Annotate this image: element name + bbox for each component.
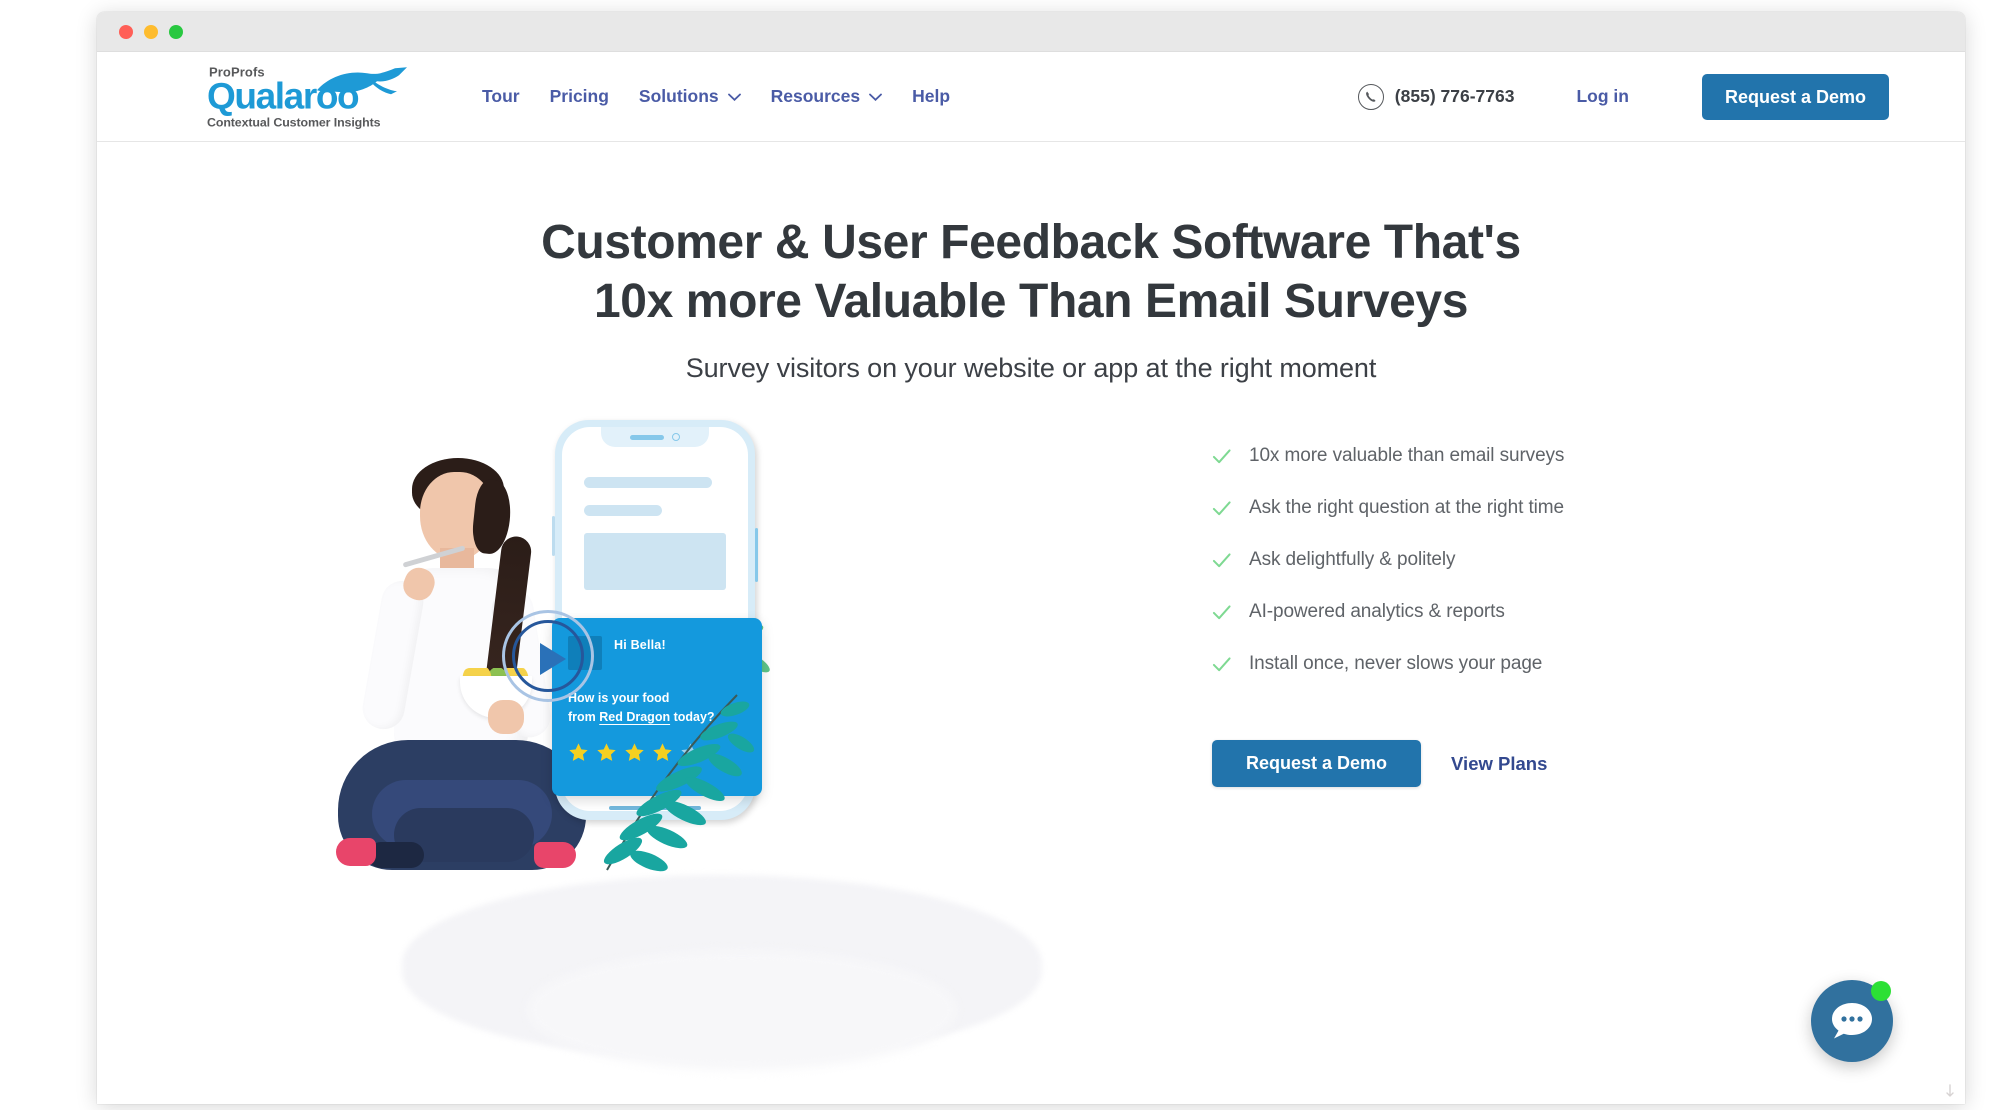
maximize-window-button[interactable] xyxy=(169,25,183,39)
main-navigation: Tour Pricing Solutions Resources Help xyxy=(482,86,950,107)
hero-subtitle: Survey visitors on your website or app a… xyxy=(685,353,1377,384)
nav-label-resources: Resources xyxy=(770,86,861,106)
feature-list: 10x more valuable than email surveys Ask… xyxy=(1212,430,1832,788)
nav-item-pricing[interactable]: Pricing xyxy=(550,86,609,107)
feature-label: 10x more valuable than email surveys xyxy=(1249,445,1565,467)
star-icon-filled[interactable] xyxy=(568,742,589,763)
hero-illustration: Hi Bella! How is your food from Red Drag… xyxy=(227,420,1247,1071)
page-viewport: ProProfs Qualaroo Contextual Customer In… xyxy=(97,52,1965,1104)
nav-item-resources[interactable]: Resources xyxy=(771,86,883,107)
placeholder-line xyxy=(584,505,662,517)
hero-body: Hi Bella! How is your food from Red Drag… xyxy=(97,420,1965,1071)
feature-label: Ask delightfully & politely xyxy=(1249,549,1456,571)
feature-label: Ask the right question at the right time xyxy=(1249,497,1564,519)
check-icon xyxy=(1212,449,1231,463)
list-item: Ask delightfully & politely xyxy=(1212,534,1832,586)
check-icon xyxy=(1212,501,1231,515)
placeholder-line xyxy=(584,477,712,489)
online-status-indicator xyxy=(1871,981,1891,1001)
kangaroo-icon xyxy=(317,66,407,94)
logo-tagline: Contextual Customer Insights xyxy=(207,114,381,129)
hero-cta-row: Request a Demo View Plans xyxy=(1212,740,1832,788)
hero-request-demo-button[interactable]: Request a Demo xyxy=(1212,740,1422,788)
phone-icon xyxy=(1357,83,1384,110)
chevron-down-icon xyxy=(727,93,741,101)
phone-notch xyxy=(601,427,709,448)
login-link[interactable]: Log in xyxy=(1576,86,1628,107)
play-video-button[interactable] xyxy=(502,610,594,703)
page-title: Customer & User Feedback Software That's… xyxy=(97,142,1965,331)
nav-label-tour: Tour xyxy=(482,86,520,106)
header-actions: (855) 776-7763 Log in Request a Demo xyxy=(1357,73,1889,120)
nav-item-tour[interactable]: Tour xyxy=(482,86,520,107)
view-plans-link[interactable]: View Plans xyxy=(1451,753,1547,775)
header-request-demo-button[interactable]: Request a Demo xyxy=(1701,73,1889,120)
browser-titlebar xyxy=(97,12,1965,52)
chat-bubble-icon xyxy=(1832,1003,1872,1039)
chat-widget[interactable] xyxy=(1811,980,1893,1062)
close-window-button[interactable] xyxy=(119,25,133,39)
screenshot-root: ProProfs Qualaroo Contextual Customer In… xyxy=(0,0,1999,1110)
placeholder-image-block xyxy=(584,533,726,591)
check-icon xyxy=(1212,605,1231,619)
floor-shadow-secondary xyxy=(527,950,957,1071)
check-icon xyxy=(1212,657,1231,671)
play-icon xyxy=(540,643,566,676)
nav-item-solutions[interactable]: Solutions xyxy=(639,86,741,107)
list-item: Install once, never slows your page xyxy=(1212,638,1832,690)
list-item: Ask the right question at the right time xyxy=(1212,482,1832,534)
phone-number: (855) 776-7763 xyxy=(1394,86,1515,106)
hero-section: Customer & User Feedback Software That's… xyxy=(97,142,1965,1071)
feature-label: Install once, never slows your page xyxy=(1249,653,1543,675)
qualaroo-logo[interactable]: ProProfs Qualaroo Contextual Customer In… xyxy=(207,65,407,128)
fern-leaf-teal-icon xyxy=(603,694,755,872)
list-item: 10x more valuable than email surveys xyxy=(1212,430,1832,482)
feature-label: AI-powered analytics & reports xyxy=(1249,601,1505,623)
survey-greeting: Hi Bella! xyxy=(614,638,666,653)
resize-handle[interactable] xyxy=(1943,1083,1957,1099)
browser-window: ProProfs Qualaroo Contextual Customer In… xyxy=(97,12,1965,1104)
chevron-down-icon xyxy=(869,93,883,101)
check-icon xyxy=(1212,553,1231,567)
phone-contact[interactable]: (855) 776-7763 xyxy=(1357,83,1515,110)
survey-question-prefix: from xyxy=(568,709,600,724)
logo-wordmark: Qualaroo xyxy=(207,66,407,114)
window-controls xyxy=(119,25,183,39)
minimize-window-button[interactable] xyxy=(144,25,158,39)
site-header: ProProfs Qualaroo Contextual Customer In… xyxy=(97,52,1965,142)
hero-title-line-1: Customer & User Feedback Software That's xyxy=(541,216,1521,269)
nav-label-pricing: Pricing xyxy=(549,86,609,106)
nav-item-help[interactable]: Help xyxy=(912,86,950,107)
hero-title-line-2: 10x more Valuable Than Email Surveys xyxy=(593,274,1469,328)
nav-label-help: Help xyxy=(912,86,951,106)
nav-label-solutions: Solutions xyxy=(638,86,719,106)
list-item: AI-powered analytics & reports xyxy=(1212,586,1832,638)
